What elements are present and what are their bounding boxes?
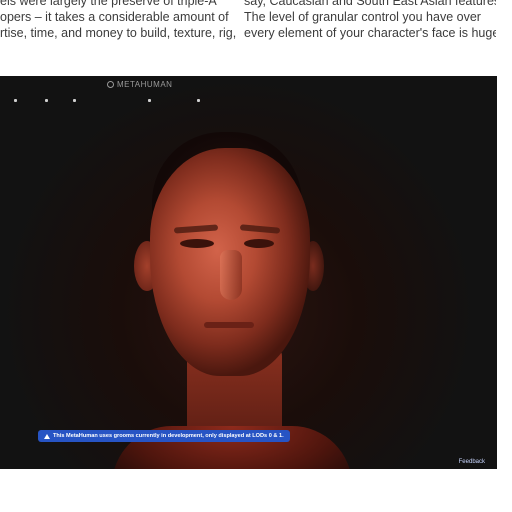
article-line: The level of granular control you have o… xyxy=(244,10,481,24)
metahuman-logo-text: METAHUMAN xyxy=(117,80,173,89)
article-column-right: say, Caucasian and South East Asian feat… xyxy=(244,0,496,62)
character-eye xyxy=(244,239,274,248)
character-nose xyxy=(220,250,242,300)
toolbar-icon[interactable] xyxy=(14,99,17,102)
article-column-left: els were largely the preserve of triple-… xyxy=(0,0,252,62)
article-line: every element of your character's face i… xyxy=(244,26,496,40)
article-line: say, Caucasian and South East Asian feat… xyxy=(244,0,496,8)
feedback-button[interactable]: Feedback xyxy=(459,459,485,465)
metahuman-logo-icon xyxy=(107,81,114,88)
metahuman-logo: METAHUMAN xyxy=(107,80,172,89)
metahuman-viewport[interactable]: METAHUMAN This MetaHuman uses grooms cur… xyxy=(0,76,497,469)
toolbar-icon[interactable] xyxy=(73,99,76,102)
article-line: rtise, time, and money to build, texture… xyxy=(0,26,237,40)
lod-warning-banner: This MetaHuman uses grooms currently in … xyxy=(38,430,290,442)
toolbar-icon[interactable] xyxy=(197,99,200,102)
article-line: opers – it takes a considerable amount o… xyxy=(0,10,229,24)
toolbar-icon[interactable] xyxy=(45,99,48,102)
article-line: els were largely the preserve of triple-… xyxy=(0,0,217,8)
lod-warning-text: This MetaHuman uses grooms currently in … xyxy=(53,433,284,439)
toolbar-icon[interactable] xyxy=(148,99,151,102)
character-mouth xyxy=(204,322,254,328)
character-render[interactable] xyxy=(112,126,352,469)
warning-icon xyxy=(44,433,50,439)
character-eye xyxy=(180,239,214,248)
